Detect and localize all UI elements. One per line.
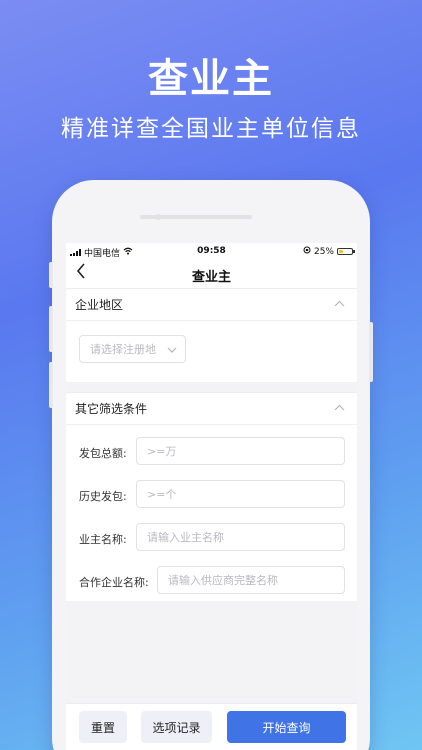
partner-name-input[interactable]: 请输入供应商完整名称: [157, 566, 345, 594]
chevron-down-icon: [167, 343, 177, 356]
nav-bar: 查业主: [66, 260, 357, 288]
status-bar: 中国电信 09:58 25%: [66, 243, 357, 260]
history-input-placeholder: >=个: [147, 488, 177, 501]
section-divider: [66, 382, 357, 392]
battery-percent: 25%: [313, 246, 334, 257]
filter-label: 合作企业名称:: [79, 576, 149, 589]
region-select-placeholder: 请选择注册地: [90, 343, 156, 356]
phone-side-button: [49, 306, 53, 352]
history-button[interactable]: 选项记录: [141, 711, 212, 743]
status-right: 25%: [303, 246, 355, 257]
history-count-input[interactable]: >=个: [136, 480, 345, 508]
amount-input-placeholder: >=万: [147, 445, 177, 458]
region-section-header[interactable]: 企业地区: [66, 288, 357, 320]
phone-side-button: [369, 322, 373, 382]
filter-row-owner-name: 业主名称: 请输入业主名称: [66, 523, 357, 566]
empty-area: [66, 601, 357, 703]
partner-name-placeholder: 请输入供应商完整名称: [168, 574, 278, 587]
bottom-action-bar: 重置 选项记录 开始查询: [66, 703, 357, 750]
filter-section-title: 其它筛选条件: [75, 402, 148, 416]
owner-name-placeholder: 请输入业主名称: [147, 531, 224, 544]
orientation-lock-icon: [303, 246, 311, 257]
page-title: 查业主: [191, 270, 231, 285]
phone-side-button: [49, 362, 53, 408]
region-section-title: 企业地区: [75, 298, 124, 312]
phone-side-button: [49, 262, 53, 288]
filter-section-header[interactable]: 其它筛选条件: [66, 392, 357, 424]
filter-label: 历史发包:: [79, 490, 127, 503]
filter-label: 发包总额:: [79, 447, 127, 460]
filter-row-amount: 发包总额: >=万: [66, 437, 357, 480]
region-section-body: 请选择注册地: [66, 320, 357, 382]
hero-subtitle: 精准详查全国业主单位信息: [61, 116, 361, 142]
app-screen: 中国电信 09:58 25% 查业主 企业地区 请选择注册地 其它筛选条件 发包…: [66, 243, 357, 750]
battery-level: [339, 250, 343, 253]
hero-title: 查业主: [148, 56, 274, 102]
filter-row-history: 历史发包: >=个: [66, 480, 357, 523]
search-button[interactable]: 开始查询: [227, 711, 346, 743]
amount-input[interactable]: >=万: [136, 437, 345, 465]
phone-camera: [155, 214, 161, 220]
battery-icon: [337, 248, 355, 255]
reset-button[interactable]: 重置: [79, 711, 127, 743]
filter-section-body: 发包总额: >=万 历史发包: >=个 业主名称: 请输入业主名称 合作企业名称…: [66, 424, 357, 609]
chevron-up-icon: [334, 403, 345, 414]
filter-label: 业主名称:: [79, 533, 127, 546]
region-select[interactable]: 请选择注册地: [79, 335, 186, 363]
chevron-up-icon: [334, 299, 345, 310]
owner-name-input[interactable]: 请输入业主名称: [136, 523, 345, 551]
